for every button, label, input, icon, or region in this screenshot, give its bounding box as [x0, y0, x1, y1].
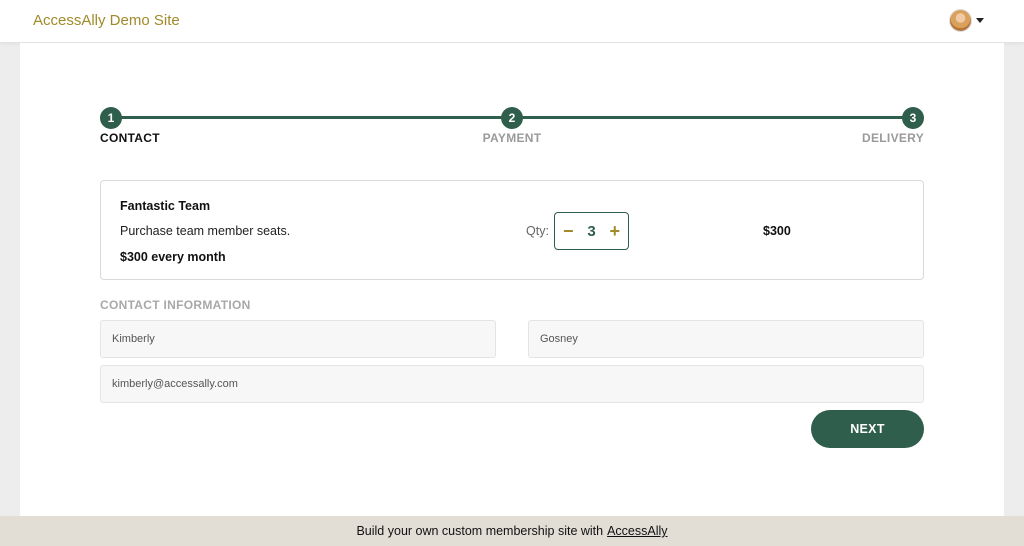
- step-2-number: 2: [508, 111, 516, 125]
- product-name: Fantastic Team: [120, 199, 211, 213]
- step-1-indicator[interactable]: 1: [100, 107, 122, 129]
- product-description: Purchase team member seats.: [120, 224, 291, 238]
- footer-accessally-link[interactable]: AccessAlly: [607, 524, 667, 538]
- product-price: $300 every month: [120, 250, 226, 264]
- next-button[interactable]: NEXT: [811, 410, 924, 448]
- first-name-field[interactable]: [100, 320, 496, 358]
- step-3-label: DELIVERY: [862, 131, 924, 145]
- email-field[interactable]: [100, 365, 924, 403]
- step-3-indicator[interactable]: 3: [902, 107, 924, 129]
- quantity-stepper: − 3 +: [554, 212, 629, 250]
- quantity-value[interactable]: 3: [587, 223, 595, 240]
- top-navigation-bar: AccessAlly Demo Site: [0, 0, 1024, 43]
- checkout-card: 1 CONTACT 2 PAYMENT 3 DELIVERY Fantastic…: [20, 43, 1004, 516]
- chevron-down-icon[interactable]: [976, 18, 984, 23]
- decrease-quantity-button[interactable]: −: [563, 222, 574, 240]
- checkout-progress-steps: 1 CONTACT 2 PAYMENT 3 DELIVERY: [100, 107, 924, 147]
- account-menu[interactable]: [949, 9, 984, 32]
- footer-text: Build your own custom membership site wi…: [356, 524, 604, 538]
- qty-label: Qty:: [526, 224, 549, 238]
- step-3-number: 3: [909, 111, 917, 125]
- footer-banner: Build your own custom membership site wi…: [0, 516, 1024, 546]
- step-1-number: 1: [107, 111, 115, 125]
- line-total: $300: [763, 224, 791, 238]
- avatar[interactable]: [949, 9, 972, 32]
- last-name-field[interactable]: [528, 320, 924, 358]
- step-2-indicator[interactable]: 2: [501, 107, 523, 129]
- product-summary: Fantastic Team Purchase team member seat…: [100, 180, 924, 280]
- site-title-link[interactable]: AccessAlly Demo Site: [33, 12, 180, 29]
- step-2-label: PAYMENT: [482, 131, 542, 145]
- step-1-label: CONTACT: [100, 131, 160, 145]
- contact-information-heading: CONTACT INFORMATION: [100, 298, 251, 312]
- increase-quantity-button[interactable]: +: [609, 222, 620, 240]
